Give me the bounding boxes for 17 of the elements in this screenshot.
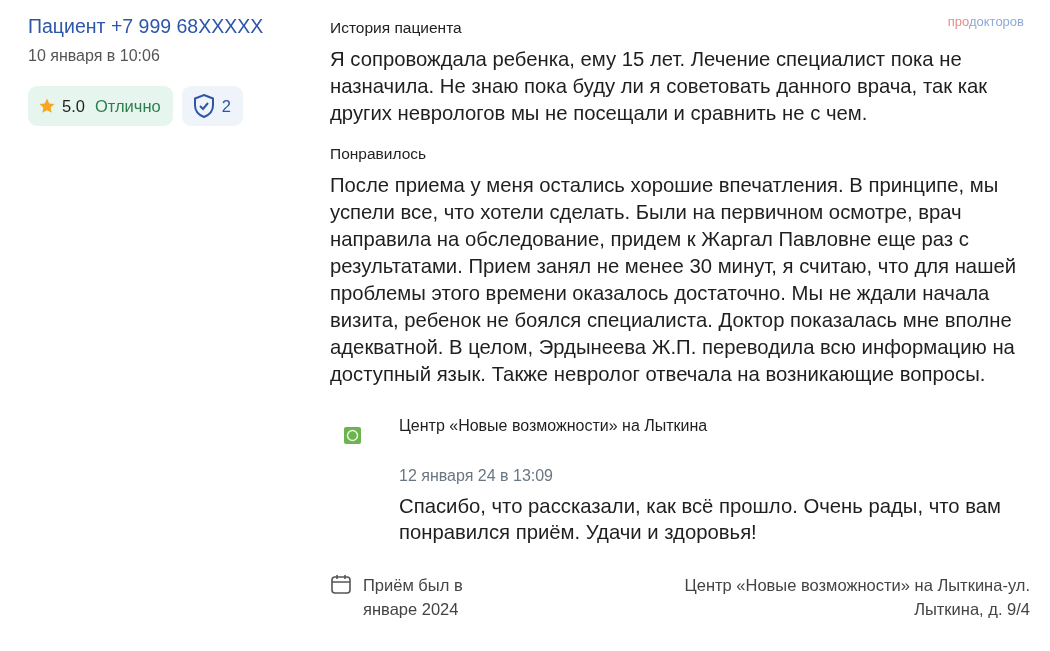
reply-text: Спасибо, что рассказали, как всё прошло. Очень рады, что вам понравился приём. Удачи и здоровья! [399, 494, 1002, 545]
clinic-address: Центр «Новые возможности» на Лыткина-ул. Лыткина, д. 9/4 [683, 575, 1030, 620]
rating-badge: 5.0 Отлично [28, 86, 173, 126]
review-text: Я сопровождала ребенка, ему 15 лет. Лечение специалист пока не назначила. Не знаю пока буду ли я советовать данного врача, так как других неврологов мы не посещали и сравнить не с чем. [330, 47, 989, 126]
clinic-name: Центр «Новые возможности» на Лыткина [399, 417, 709, 435]
visit-date: Приём был в январе 2024 [363, 575, 464, 620]
verified-badge: 2 [181, 86, 243, 126]
star-icon [38, 97, 56, 115]
section-title: Понравилось [330, 145, 427, 163]
shield-check-icon [191, 93, 216, 119]
author-name[interactable]: Пациент +7 999 68XXXXX [28, 15, 330, 38]
reply-date: 12 января 24 в 13:09 [399, 467, 554, 485]
section-title: История пациента [330, 19, 462, 37]
clinic-avatar-icon [344, 427, 361, 444]
review-text: После приема у меня остались хорошие впечатления. В принципе, мы успели все, что хотели сделать. Были на первичном осмотре, врач направила на обследование, придем к Жаргал Павловне еще раз с результатами. Прием занял не менее 30 минут, я считаю, что для нашей проблемы этого времени оказалось достаточно. Мы не ждали начала визита, ребенок не боялся специалиста. Доктор показалась мне вполне адекватной. В целом, Эрдынеева Ж.П. переводила всю информацию на доступный язык. Также невролог отвечала на возникающие вопросы. [330, 173, 1018, 387]
calendar-icon [330, 573, 352, 595]
review-date: 10 января в 10:06 [28, 47, 161, 65]
